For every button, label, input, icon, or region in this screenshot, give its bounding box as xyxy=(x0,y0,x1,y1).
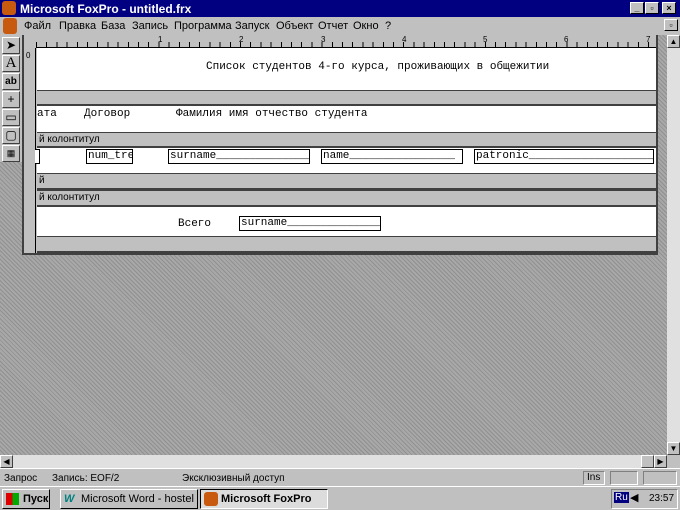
report-controls-toolbox: ➤ A ab + ▭ ▢ ▦ xyxy=(0,35,22,162)
status-ins: Ins xyxy=(583,471,605,485)
status-pane xyxy=(643,471,677,485)
field-tool-icon[interactable]: ab xyxy=(2,73,20,90)
menu-run[interactable]: Запуск xyxy=(235,20,269,32)
title-bar: Microsoft FoxPro - untitled.frx _ ▫ × xyxy=(0,0,680,17)
header-col-name[interactable]: Фамилия имя отчество студента xyxy=(176,108,367,120)
task-label: Microsoft Word - hostel xyxy=(81,493,194,505)
header-col-contract[interactable]: Договор xyxy=(84,108,130,120)
vertical-scrollbar[interactable]: ▲ ▼ xyxy=(667,35,680,455)
detail-bar[interactable]: й xyxy=(37,173,656,190)
rounded-rectangle-tool-icon[interactable]: ▢ xyxy=(2,127,20,144)
detail-band[interactable]: num_tre surname________________ name____… xyxy=(35,148,656,173)
ruler-zero: 0 xyxy=(26,51,31,60)
start-button[interactable]: Пуск xyxy=(2,489,50,509)
status-mode: Запрос xyxy=(4,473,38,484)
status-record: Запись: EOF/2 xyxy=(52,473,120,484)
page-header-bar[interactable]: й колонтитул xyxy=(37,132,656,148)
scroll-down-button[interactable]: ▼ xyxy=(667,442,680,455)
speaker-icon[interactable]: ◀ xyxy=(630,491,638,504)
windows-logo-icon xyxy=(6,493,19,505)
task-word[interactable]: W Microsoft Word - hostel xyxy=(60,489,198,509)
word-icon: W xyxy=(64,493,75,505)
scroll-up-button[interactable]: ▲ xyxy=(667,35,680,48)
close-button[interactable]: × xyxy=(662,2,676,14)
restore-button[interactable]: ▫ xyxy=(645,2,659,14)
menu-object[interactable]: Объект xyxy=(276,20,313,32)
header-col-date[interactable]: ата xyxy=(37,108,57,120)
scroll-thumb[interactable] xyxy=(641,455,654,468)
menu-program[interactable]: Программа xyxy=(174,20,232,32)
status-bar: Запрос Запись: EOF/2 Эксклюзивный доступ… xyxy=(0,468,680,486)
scroll-right-button[interactable]: ▶ xyxy=(654,455,667,468)
menu-database[interactable]: База xyxy=(101,20,125,32)
doc-restore-button[interactable]: ▫ xyxy=(664,19,678,31)
clock[interactable]: 23:57 xyxy=(649,493,674,504)
report-title-label[interactable]: Список студентов 4-го курса, проживающих… xyxy=(206,61,549,73)
language-indicator[interactable]: Ru xyxy=(614,492,629,503)
field-patronic[interactable]: patronic____________________ xyxy=(474,149,654,164)
menu-help[interactable]: ? xyxy=(385,20,391,32)
page-footer-bar[interactable]: й колонтитул xyxy=(37,190,656,207)
foxpro-doc-icon[interactable] xyxy=(3,18,17,34)
line-tool-icon[interactable]: + xyxy=(2,91,20,108)
minimize-button[interactable]: _ xyxy=(630,2,644,14)
task-foxpro[interactable]: Microsoft FoxPro xyxy=(200,489,328,509)
footer-total-field[interactable]: surname_______________ xyxy=(239,216,381,231)
ruler-ticks xyxy=(36,42,656,47)
horizontal-scrollbar[interactable]: ◀ ▶ xyxy=(0,455,667,468)
field-num-tre[interactable]: num_tre xyxy=(86,149,133,164)
status-access: Эксклюзивный доступ xyxy=(182,473,285,484)
label-tool-icon[interactable]: A xyxy=(2,55,20,72)
picture-tool-icon[interactable]: ▦ xyxy=(2,145,20,162)
task-label: Microsoft FoxPro xyxy=(221,493,312,505)
title-band[interactable]: Список студентов 4-го курса, проживающих… xyxy=(37,48,656,90)
menu-edit[interactable]: Правка xyxy=(59,20,96,32)
menu-file[interactable]: Файл xyxy=(24,20,51,32)
report-designer-window: 1 2 3 4 5 6 7 0 Список студентов 4-го ку… xyxy=(22,35,658,255)
start-label: Пуск xyxy=(23,493,49,505)
window-title: Microsoft FoxPro - untitled.frx xyxy=(20,2,192,16)
menu-record[interactable]: Запись xyxy=(132,20,168,32)
taskbar: Пуск W Microsoft Word - hostel Microsoft… xyxy=(0,486,680,510)
page-footer-band[interactable]: Всего surname_______________ xyxy=(37,207,656,236)
menu-bar: Файл Правка База Запись Программа Запуск… xyxy=(0,17,680,35)
page-header-band[interactable]: ата Договор Фамилия имя отчество студент… xyxy=(37,106,656,132)
foxpro-logo-icon xyxy=(2,1,16,15)
footer-total-label[interactable]: Всего xyxy=(178,218,211,230)
menu-window[interactable]: Окно xyxy=(353,20,379,32)
pointer-tool-icon[interactable]: ➤ xyxy=(2,37,20,54)
field-date[interactable] xyxy=(35,149,40,164)
field-surname[interactable]: surname________________ xyxy=(168,149,310,164)
field-name[interactable]: name________________ xyxy=(321,149,463,164)
horizontal-ruler: 1 2 3 4 5 6 7 xyxy=(36,35,656,48)
title-band-bar[interactable] xyxy=(37,90,656,106)
summary-bar[interactable] xyxy=(37,236,656,253)
status-pane xyxy=(610,471,638,485)
system-tray: Ru ◀ 23:57 xyxy=(611,489,678,509)
menu-report[interactable]: Отчет xyxy=(318,20,348,32)
scroll-left-button[interactable]: ◀ xyxy=(0,455,13,468)
foxpro-icon xyxy=(204,492,218,506)
rectangle-tool-icon[interactable]: ▭ xyxy=(2,109,20,126)
